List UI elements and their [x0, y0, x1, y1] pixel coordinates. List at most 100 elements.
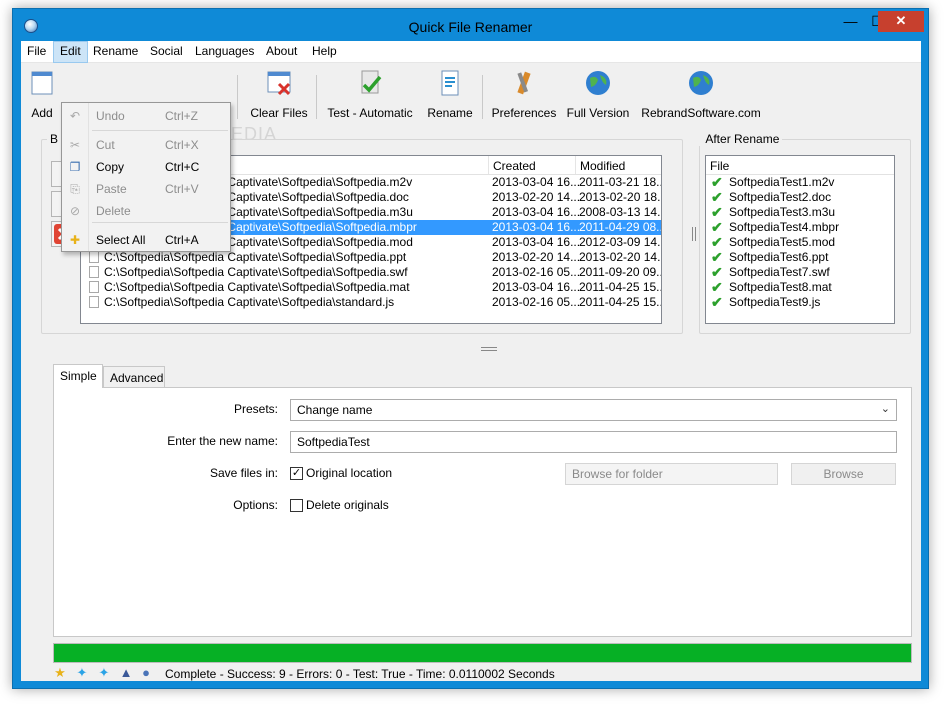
users-icon[interactable]: ●	[139, 666, 153, 680]
twitter-icon[interactable]: ✦	[75, 666, 89, 680]
renamed-file-row[interactable]: ✔ SoftpediaTest5.mod	[706, 235, 894, 250]
save-files-label: Save files in:	[209, 466, 278, 480]
file-modified: 2013-02-20 18...	[579, 190, 662, 204]
check-icon: ✔	[711, 249, 723, 265]
add-button[interactable]: Add	[27, 69, 57, 120]
before-rename-group-label: B	[47, 132, 62, 146]
menu-item-shortcut: Ctrl+V	[165, 182, 199, 196]
minimize-button[interactable]: —	[837, 11, 864, 32]
renamed-file-row[interactable]: ✔ SoftpediaTest1.m2v	[706, 175, 894, 190]
close-button[interactable]: ✕	[878, 11, 924, 32]
edit-menu-item-copy[interactable]: ❐ Copy Ctrl+C	[62, 156, 230, 178]
vertical-splitter[interactable]	[692, 227, 696, 241]
menu-item-shortcut: Ctrl+Z	[165, 109, 198, 123]
add-files-icon	[31, 71, 53, 95]
file-created: 2013-02-16 05...	[492, 265, 581, 279]
renamed-file-row[interactable]: ✔ SoftpediaTest8.mat	[706, 280, 894, 295]
progress-bar	[53, 643, 912, 663]
column-created[interactable]: Created	[493, 159, 536, 173]
file-created: 2013-02-16 05...	[492, 295, 581, 309]
browse-folder-input[interactable]: Browse for folder	[565, 463, 778, 485]
renamed-file-row[interactable]: ✔ SoftpediaTest3.m3u	[706, 205, 894, 220]
after-rename-group-label: After Rename	[699, 132, 783, 146]
clear-files-button[interactable]: Clear Files	[247, 69, 311, 120]
menu-help[interactable]: Help	[306, 41, 343, 63]
file-modified: 2008-03-13 14...	[579, 205, 662, 219]
clear-files-label: Clear Files	[250, 106, 308, 120]
after-rows: ✔ SoftpediaTest1.m2v ✔ SoftpediaTest2.doc ✔ S…	[706, 175, 894, 310]
star-icon[interactable]: ★	[53, 666, 67, 680]
file-created: 2013-03-04 16...	[492, 280, 581, 294]
file-created: 2013-03-04 16...	[492, 220, 581, 234]
menu-edit[interactable]: Edit	[53, 41, 88, 63]
file-row[interactable]: C:\Softpedia\Softpedia Captivate\Softped…	[81, 295, 661, 310]
tools-icon	[517, 71, 531, 95]
original-location-checkbox[interactable]: ✓	[290, 467, 303, 480]
after-rename-header: File	[706, 156, 894, 175]
browse-button[interactable]: Browse	[791, 463, 896, 485]
file-icon	[89, 296, 99, 308]
tab-advanced[interactable]: Advanced	[103, 366, 165, 388]
file-created: 2013-03-04 16...	[492, 235, 581, 249]
test-automatic-button[interactable]: Test - Automatic	[323, 69, 417, 120]
file-icon	[89, 251, 99, 263]
renamed-file-row[interactable]: ✔ SoftpediaTest9.js	[706, 295, 894, 310]
status-bar: ★ ✦ ✦ ▲ ● Complete - Success: 9 - Errors…	[21, 666, 921, 682]
preferences-button[interactable]: Preferences	[491, 69, 557, 120]
edit-menu-item-undo[interactable]: ↶ Undo Ctrl+Z	[62, 105, 230, 127]
thumbs-up-icon[interactable]: ▲	[119, 666, 133, 680]
window-title: Quick File Renamer	[408, 19, 533, 35]
menu-file[interactable]: File	[21, 41, 52, 63]
file-row[interactable]: C:\Softpedia\Softpedia Captivate\Softped…	[81, 250, 661, 265]
edit-menu-item-paste[interactable]: ⎘ Paste Ctrl+V	[62, 178, 230, 200]
delete-icon: ⊘	[69, 204, 81, 218]
edit-menu-item-delete[interactable]: ⊘ Delete	[62, 200, 230, 222]
file-row[interactable]: C:\Softpedia\Softpedia Captivate\Softped…	[81, 265, 661, 280]
presets-dropdown[interactable]: Change name ⌄	[290, 399, 897, 421]
rename-icon	[441, 70, 459, 96]
check-icon: ✔	[711, 279, 723, 295]
menu-social[interactable]: Social	[144, 41, 189, 63]
add-label: Add	[31, 106, 53, 120]
after-rename-list[interactable]: File ✔ SoftpediaTest1.m2v ✔ SoftpediaTest2.…	[705, 155, 895, 324]
client-area: File Edit Rename Social Languages About …	[21, 41, 921, 681]
file-row[interactable]: C:\Softpedia\Softpedia Captivate\Softped…	[81, 280, 661, 295]
rename-button[interactable]: Rename	[425, 69, 475, 120]
menu-rename[interactable]: Rename	[87, 41, 144, 63]
renamed-file-row[interactable]: ✔ SoftpediaTest2.doc	[706, 190, 894, 205]
file-path: C:\Softpedia\Softpedia Captivate\Softped…	[104, 265, 408, 279]
menu-languages[interactable]: Languages	[189, 41, 260, 63]
full-version-button[interactable]: Full Version	[566, 69, 630, 120]
horizontal-splitter[interactable]	[481, 347, 497, 351]
file-icon	[89, 266, 99, 278]
renamed-file-row[interactable]: ✔ SoftpediaTest7.swf	[706, 265, 894, 280]
edit-menu-item-select-all[interactable]: ✚ Select All Ctrl+A	[62, 229, 230, 251]
menu-about[interactable]: About	[260, 41, 303, 63]
test-check-icon	[361, 70, 382, 94]
title-bar[interactable]: Quick File Renamer — ☐ ✕	[13, 9, 928, 43]
copy-icon: ❐	[69, 160, 81, 174]
menu-separator	[92, 222, 228, 223]
column-modified[interactable]: Modified	[580, 159, 625, 173]
renamed-file-row[interactable]: ✔ SoftpediaTest4.mbpr	[706, 220, 894, 235]
menu-item-shortcut: Ctrl+A	[165, 233, 199, 247]
search-icon	[211, 69, 231, 97]
new-name-input[interactable]: SoftpediaTest	[290, 431, 897, 453]
toolbar-separator	[237, 75, 238, 119]
chevron-down-icon: ⌄	[880, 403, 890, 415]
menu-item-label: Cut	[96, 138, 115, 152]
twitter-icon[interactable]: ✦	[97, 666, 111, 680]
file-created: 2013-03-04 16...	[492, 175, 581, 189]
file-modified: 2011-04-25 15...	[579, 295, 662, 309]
delete-originals-label: Delete originals	[306, 498, 389, 512]
toolbar-separator	[316, 75, 317, 119]
edit-menu-item-cut[interactable]: ✂ Cut Ctrl+X	[62, 134, 230, 156]
column-file[interactable]: File	[710, 159, 729, 173]
delete-originals-checkbox[interactable]	[290, 499, 303, 512]
tab-simple[interactable]: Simple	[53, 364, 103, 388]
rebrand-software-button[interactable]: RebrandSoftware.com	[641, 69, 761, 120]
options-label: Options:	[233, 498, 278, 512]
column-divider	[488, 156, 489, 174]
renamed-file-row[interactable]: ✔ SoftpediaTest6.ppt	[706, 250, 894, 265]
renamed-file-name: SoftpediaTest1.m2v	[729, 175, 835, 189]
